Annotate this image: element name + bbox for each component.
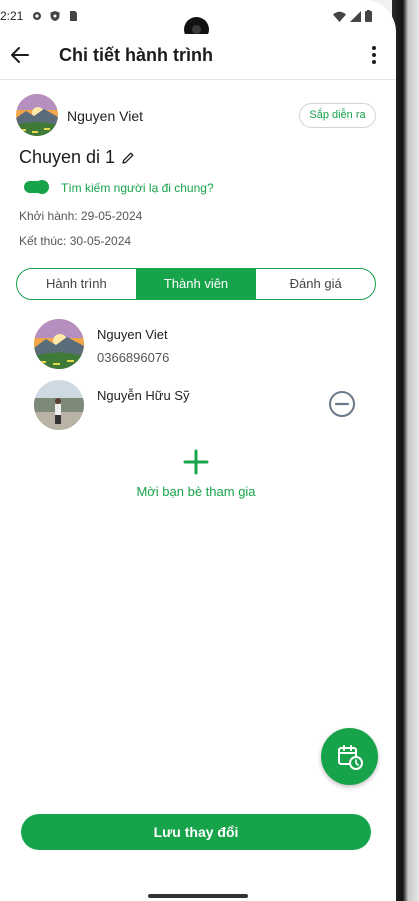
wifi-icon (333, 11, 346, 22)
tab-members[interactable]: Thành viên (135, 269, 256, 299)
member-item: Nguyen Viet 0366896076 (34, 319, 374, 371)
home-indicator (148, 894, 248, 898)
remove-member-icon[interactable] (328, 390, 356, 418)
find-strangers-label: Tìm kiếm người lạ đi chung? (61, 181, 214, 195)
add-icon[interactable] (183, 449, 209, 475)
app-bar: Chi tiết hành trình (0, 34, 396, 80)
pencil-icon[interactable] (121, 151, 135, 165)
find-strangers-toggle[interactable] (24, 180, 49, 194)
member-avatar (34, 319, 84, 369)
settings-icon (33, 12, 41, 20)
app-screen: 2:21 Chi tiết hành trình Nguyen Viet Sắp… (0, 0, 396, 901)
status-badge: Sắp diễn ra (299, 103, 376, 128)
back-arrow-icon[interactable] (8, 43, 32, 67)
end-date: Kết thúc: 30-05-2024 (19, 234, 132, 248)
more-vert-icon[interactable] (364, 43, 384, 67)
save-changes-button[interactable]: Lưu thay đổi (21, 814, 371, 850)
device-bezel (392, 0, 419, 901)
schedule-fab[interactable] (321, 728, 378, 785)
member-phone: 0366896076 (97, 350, 170, 365)
invite-friends-button[interactable]: Mời bạn bè tham gia (96, 484, 296, 499)
start-date: Khởi hành: 29-05-2024 (19, 209, 143, 223)
member-name: Nguyen Viet (97, 327, 168, 342)
owner-avatar (16, 94, 58, 136)
member-item: Nguyễn Hữu Sỹ (34, 380, 374, 432)
status-time: 2:21 (0, 9, 24, 23)
calendar-clock-icon (338, 745, 363, 770)
trip-name: Chuyen di 1 (19, 147, 116, 167)
battery-icon (365, 10, 372, 22)
shield-icon (50, 11, 60, 21)
member-name: Nguyễn Hữu Sỹ (97, 388, 190, 403)
owner-name: Nguyen Viet (67, 108, 144, 124)
tab-bar: Hành trình Thành viên Đánh giá (16, 268, 376, 300)
status-bar: 2:21 (0, 0, 396, 42)
tab-reviews[interactable]: Đánh giá (255, 269, 375, 299)
page-title: Chi tiết hành trình (59, 45, 213, 65)
member-avatar (34, 380, 84, 430)
tab-itinerary[interactable]: Hành trình (17, 269, 136, 299)
signal-icon (350, 10, 361, 22)
sim-card-icon (70, 11, 77, 21)
